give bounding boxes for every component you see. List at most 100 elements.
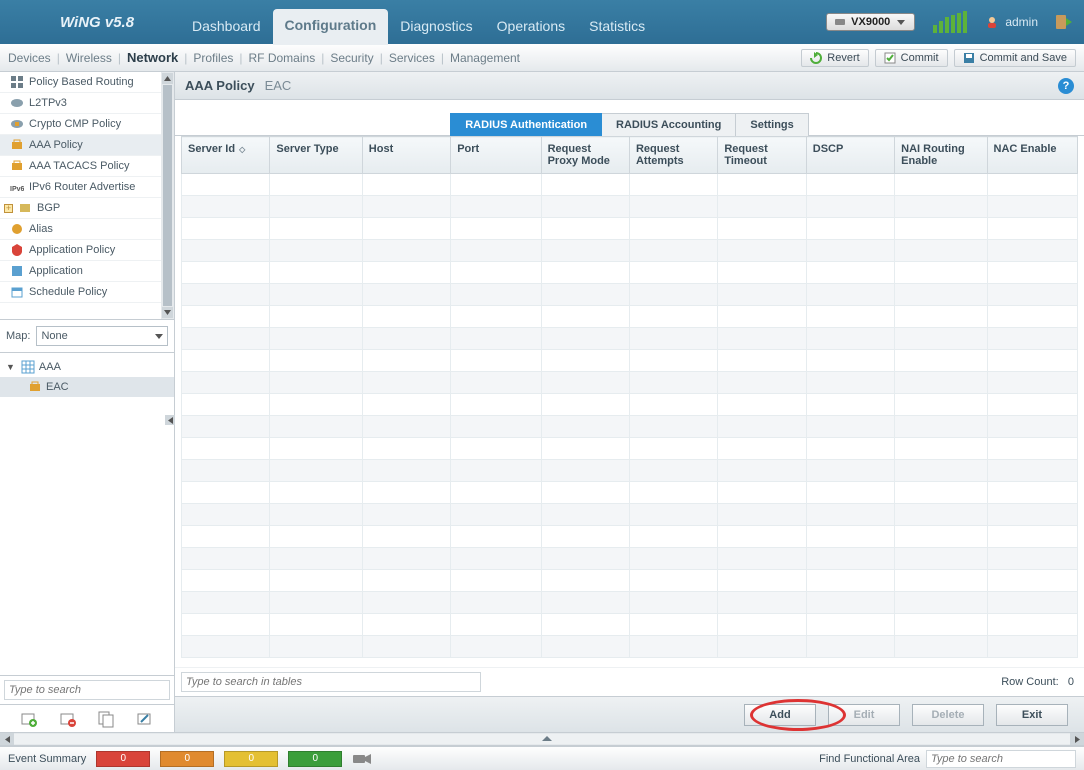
tree-item-schedule-policy[interactable]: Schedule Policy (0, 282, 161, 303)
tree-item-application[interactable]: Application (0, 261, 161, 282)
subnav-wireless[interactable]: Wireless (66, 51, 112, 65)
nav-diagnostics[interactable]: Diagnostics (388, 8, 484, 44)
logout-icon[interactable] (1056, 13, 1074, 31)
nav-configuration[interactable]: Configuration (273, 9, 389, 45)
subnav-rf-domains[interactable]: RF Domains (249, 51, 316, 65)
event-info-count[interactable]: 0 (288, 751, 342, 767)
table-row[interactable] (182, 174, 1078, 196)
delete-button[interactable]: Delete (912, 704, 984, 726)
tree-item-aaa-policy[interactable]: AAA Policy (0, 135, 161, 156)
tree-item-policy-based-routing[interactable]: Policy Based Routing (0, 72, 161, 93)
table-search-input[interactable] (181, 672, 481, 692)
revert-button[interactable]: Revert (801, 49, 868, 67)
table-row[interactable] (182, 438, 1078, 460)
exit-button[interactable]: Exit (996, 704, 1068, 726)
tree-item-l2tpv3[interactable]: L2TPv3 (0, 93, 161, 114)
table-row[interactable] (182, 526, 1078, 548)
tab-radius-authentication[interactable]: RADIUS Authentication (450, 113, 602, 136)
table-row[interactable] (182, 306, 1078, 328)
collapse-icon[interactable]: ▼ (6, 362, 15, 372)
table-row[interactable] (182, 350, 1078, 372)
add-button[interactable]: Add (744, 704, 816, 726)
delete-item-icon[interactable] (59, 710, 77, 728)
event-critical-count[interactable]: 0 (96, 751, 150, 767)
scroll-thumb[interactable] (163, 85, 172, 306)
collapse-handle-icon[interactable] (165, 415, 175, 425)
subnav-security[interactable]: Security (330, 51, 373, 65)
table-row[interactable] (182, 570, 1078, 592)
table-row[interactable] (182, 614, 1078, 636)
col-request-timeout[interactable]: Request Timeout (718, 137, 806, 174)
left-search-input[interactable] (4, 680, 170, 700)
subnav-services[interactable]: Services (389, 51, 435, 65)
horizontal-scrollbar[interactable] (0, 732, 1084, 746)
tree-scrollbar[interactable] (161, 72, 174, 319)
event-minor-count[interactable]: 0 (224, 751, 278, 767)
scroll-right-icon[interactable] (1070, 733, 1084, 745)
instance-eac[interactable]: EAC (0, 377, 174, 397)
col-request-attempts[interactable]: Request Attempts (629, 137, 717, 174)
tree-item-alias[interactable]: Alias (0, 219, 161, 240)
nav-statistics[interactable]: Statistics (577, 8, 657, 44)
col-server-type[interactable]: Server Type (270, 137, 362, 174)
table-row[interactable] (182, 218, 1078, 240)
table-row[interactable] (182, 372, 1078, 394)
event-major-count[interactable]: 0 (160, 751, 214, 767)
user-box[interactable]: admin (985, 15, 1038, 29)
table-row[interactable] (182, 262, 1078, 284)
subnav-network[interactable]: Network (127, 50, 178, 65)
tree-item-aaa-tacacs-policy[interactable]: AAA TACACS Policy (0, 156, 161, 177)
table-row[interactable] (182, 240, 1078, 262)
commit-button[interactable]: Commit (875, 49, 948, 67)
tree-item-application-policy[interactable]: Application Policy (0, 240, 161, 261)
table-row[interactable] (182, 328, 1078, 350)
scroll-up-icon[interactable] (162, 73, 173, 84)
device-selector[interactable]: VX9000 (826, 13, 915, 31)
nav-dashboard[interactable]: Dashboard (180, 8, 273, 44)
tab-settings[interactable]: Settings (736, 113, 808, 136)
table-row[interactable] (182, 548, 1078, 570)
table-row[interactable] (182, 196, 1078, 218)
table-row[interactable] (182, 592, 1078, 614)
tree-item-bgp[interactable]: +BGP (0, 198, 161, 219)
scroll-left-icon[interactable] (0, 733, 14, 745)
tree-item-crypto-cmp-policy[interactable]: Crypto CMP Policy (0, 114, 161, 135)
tab-radius-accounting[interactable]: RADIUS Accounting (602, 113, 736, 136)
col-server-id[interactable]: Server Id◇ (182, 137, 270, 174)
tree-item-ipv6-router-advertise[interactable]: IPv6IPv6 Router Advertise (0, 177, 161, 198)
help-icon[interactable]: ? (1058, 78, 1074, 94)
table-cell (629, 482, 717, 504)
add-item-icon[interactable] (20, 710, 38, 728)
scroll-track[interactable] (14, 734, 1070, 744)
subnav-devices[interactable]: Devices (8, 51, 51, 65)
table-row[interactable] (182, 284, 1078, 306)
table-row[interactable] (182, 394, 1078, 416)
table-row[interactable] (182, 416, 1078, 438)
table-row[interactable] (182, 482, 1078, 504)
col-port[interactable]: Port (451, 137, 541, 174)
table-row[interactable] (182, 460, 1078, 482)
col-nac-enable[interactable]: NAC Enable (987, 137, 1077, 174)
subnav-profiles[interactable]: Profiles (193, 51, 233, 65)
map-select[interactable]: None (36, 326, 168, 346)
col-dscp[interactable]: DSCP (806, 137, 894, 174)
commit-icon (884, 52, 896, 64)
expand-icon[interactable]: + (4, 204, 13, 213)
commit-save-button[interactable]: Commit and Save (954, 49, 1076, 67)
ffa-input[interactable] (926, 750, 1076, 768)
copy-item-icon[interactable] (97, 710, 115, 728)
col-host[interactable]: Host (362, 137, 450, 174)
col-nai-routing-enable[interactable]: NAI Routing Enable (895, 137, 987, 174)
instance-aaa[interactable]: ▼AAA (0, 357, 174, 377)
col-request-proxy-mode[interactable]: Request Proxy Mode (541, 137, 629, 174)
table-cell (629, 284, 717, 306)
table-row[interactable] (182, 636, 1078, 658)
rename-item-icon[interactable] (136, 710, 154, 728)
table-row[interactable] (182, 504, 1078, 526)
edit-button[interactable]: Edit (828, 704, 900, 726)
subnav-management[interactable]: Management (450, 51, 520, 65)
camera-icon[interactable] (352, 752, 372, 766)
table-cell (987, 482, 1077, 504)
scroll-down-icon[interactable] (162, 307, 173, 318)
nav-operations[interactable]: Operations (485, 8, 577, 44)
